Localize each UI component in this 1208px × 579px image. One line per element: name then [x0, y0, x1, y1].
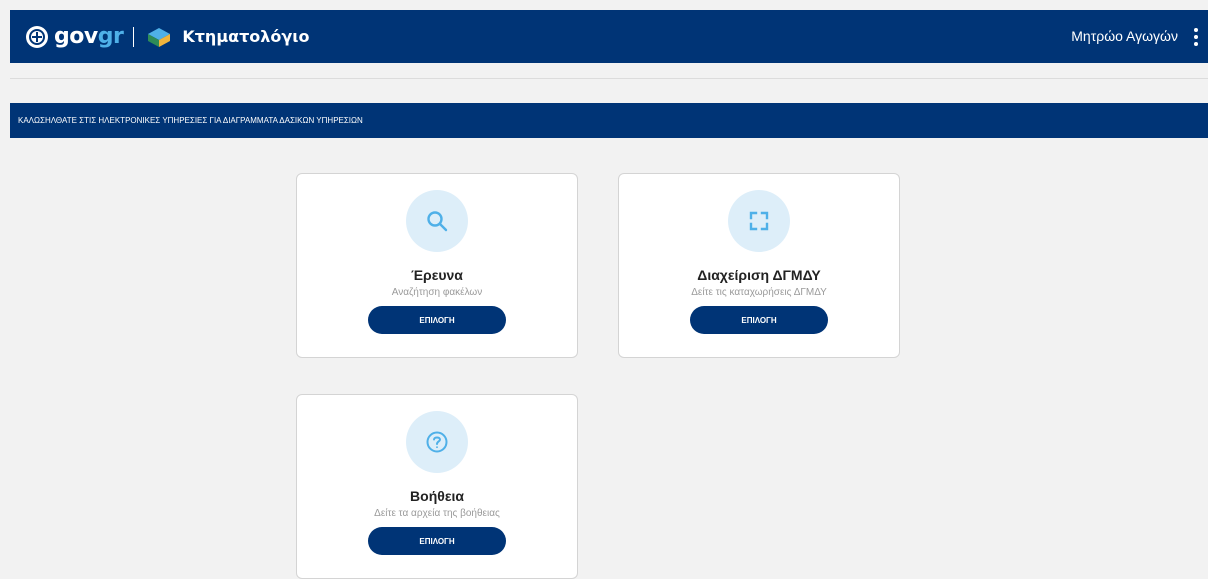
help-icon — [426, 431, 448, 453]
select-button-manage[interactable]: ΕΠΙΛΟΓΗ — [690, 306, 828, 334]
more-vertical-icon[interactable] — [1192, 28, 1200, 46]
select-button-help[interactable]: ΕΠΙΛΟΓΗ — [368, 527, 506, 555]
expand-icon — [749, 211, 769, 231]
greek-emblem-icon — [26, 25, 48, 48]
logo-text: govgr — [54, 24, 124, 49]
card-icon-circle — [406, 190, 468, 252]
card-icon-circle — [728, 190, 790, 252]
card-search[interactable]: Έρευνα Αναζήτηση φακέλων ΕΠΙΛΟΓΗ — [296, 173, 578, 358]
logo-separator — [133, 26, 135, 47]
top-navbar: govgr Κτηματολόγιο Μητρώο Αγωγών — [10, 10, 1208, 63]
card-subtitle: Δείτε τα αρχεία της βοήθειας — [374, 508, 500, 519]
govgr-logo[interactable]: govgr Κτηματολόγιο — [26, 24, 310, 49]
card-title: Διαχείριση ΔΓΜΔΥ — [697, 267, 821, 283]
select-button-search[interactable]: ΕΠΙΛΟΓΗ — [368, 306, 506, 334]
user-name-label[interactable]: Μητρώο Αγωγών — [1071, 10, 1178, 63]
card-title: Βοήθεια — [410, 488, 464, 504]
card-icon-circle — [406, 411, 468, 473]
app-title: Κτηματολόγιο — [182, 27, 310, 46]
search-icon — [427, 211, 448, 232]
header-divider — [10, 78, 1208, 79]
card-subtitle: Αναζήτηση φακέλων — [391, 287, 483, 298]
welcome-banner: ΚΑΛΩΣΗΛΘΑΤΕ ΣΤΙΣ ΗΛΕΚΤΡΟΝΙΚΕΣ ΥΠΗΡΕΣΙΕΣ … — [10, 103, 1208, 138]
card-subtitle: Δείτε τις καταχωρήσεις ΔΓΜΔΥ — [691, 287, 827, 298]
card-help[interactable]: Βοήθεια Δείτε τα αρχεία της βοήθειας ΕΠΙ… — [296, 394, 578, 579]
card-title: Έρευνα — [411, 267, 463, 283]
card-manage-dgmdy[interactable]: Διαχείριση ΔΓΜΔΥ Δείτε τις καταχωρήσεις … — [618, 173, 900, 358]
ktimatologio-logo-icon — [148, 27, 171, 47]
